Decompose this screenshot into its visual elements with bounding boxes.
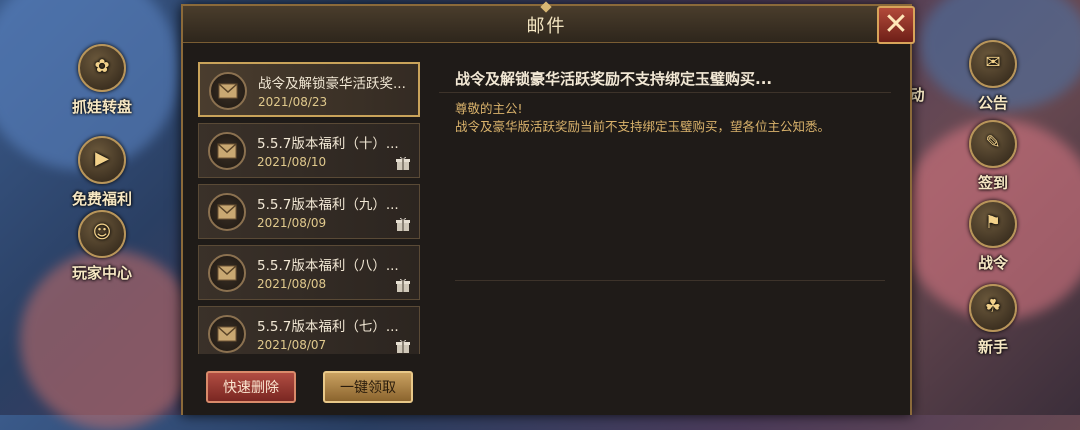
mail-date: 2021/08/10 bbox=[257, 155, 327, 169]
mail-title: 战令及解锁豪华活跃奖... bbox=[258, 76, 406, 92]
side-button-label: 免费福利 bbox=[71, 190, 132, 208]
side-button-player-center[interactable]: ☺ 玩家中心 bbox=[70, 210, 134, 283]
side-button-label: 玩家中心 bbox=[71, 264, 132, 282]
title-ornament-icon bbox=[540, 1, 552, 13]
close-button[interactable]: ✕ bbox=[877, 6, 915, 44]
side-button-notice[interactable]: ✉ 公告 bbox=[961, 40, 1025, 113]
mail-dialog: 邮件 ✕ 战令及解锁豪华活跃奖... 2021/08/23 5.5.7版本福利（… bbox=[181, 1, 915, 415]
side-button-newbie[interactable]: ☘ 新手 bbox=[961, 284, 1025, 357]
mail-item[interactable]: 5.5.7版本福利（七）... 2021/08/07 bbox=[198, 306, 420, 354]
mail-title: 5.5.7版本福利（九）... bbox=[257, 197, 399, 213]
envelope-icon bbox=[208, 132, 246, 170]
battle-pass-icon: ⚑ bbox=[969, 200, 1017, 248]
notice-icon: ✉ bbox=[969, 40, 1017, 88]
mail-greeting: 尊敬的主公! bbox=[455, 101, 523, 116]
gift-icon bbox=[396, 339, 410, 353]
divider bbox=[455, 280, 885, 281]
envelope-icon bbox=[208, 315, 246, 353]
mail-content-pane: 战令及解锁豪华活跃奖励不支持绑定玉璧购买... 尊敬的主公! 战令及豪华版活跃奖… bbox=[439, 62, 891, 362]
dialog-header: 邮件 bbox=[183, 1, 910, 43]
mail-item[interactable]: 5.5.7版本福利（九）... 2021/08/09 bbox=[198, 184, 420, 239]
mail-date: 2021/08/09 bbox=[257, 216, 327, 230]
gift-icon bbox=[396, 156, 410, 170]
mail-item[interactable]: 5.5.7版本福利（十）... 2021/08/10 bbox=[198, 123, 420, 178]
envelope-icon bbox=[208, 254, 246, 292]
envelope-icon bbox=[208, 193, 246, 231]
mail-list[interactable]: 战令及解锁豪华活跃奖... 2021/08/23 5.5.7版本福利（十）...… bbox=[198, 62, 423, 354]
divider bbox=[439, 92, 891, 93]
mail-item[interactable]: 战令及解锁豪华活跃奖... 2021/08/23 bbox=[198, 62, 420, 117]
side-button-wheel[interactable]: ✿ 抓娃转盘 bbox=[70, 44, 134, 117]
mail-title: 5.5.7版本福利（十）... bbox=[257, 136, 399, 152]
mail-date: 2021/08/07 bbox=[257, 338, 327, 352]
side-button-label: 新手 bbox=[977, 338, 1008, 356]
side-button-label: 战令 bbox=[977, 254, 1008, 272]
side-button-label: 抓娃转盘 bbox=[71, 98, 132, 116]
side-button-battle-pass[interactable]: ⚑ 战令 bbox=[961, 200, 1025, 273]
quick-delete-button[interactable]: 快速删除 bbox=[206, 371, 296, 403]
mail-title: 5.5.7版本福利（七）... bbox=[257, 319, 399, 335]
play-icon: ▶ bbox=[78, 136, 126, 184]
side-button-label: 公告 bbox=[977, 94, 1008, 112]
mail-date: 2021/08/08 bbox=[257, 277, 327, 291]
dialog-title: 邮件 bbox=[526, 16, 567, 37]
newbie-icon: ☘ bbox=[969, 284, 1017, 332]
gift-icon bbox=[396, 217, 410, 231]
mail-item[interactable]: 5.5.7版本福利（八）... 2021/08/08 bbox=[198, 245, 420, 300]
avatar-icon: ☺ bbox=[78, 210, 126, 258]
mail-content-body: 尊敬的主公! 战令及豪华版活跃奖励当前不支持绑定玉璧购买，望各位主公知悉。 bbox=[455, 100, 830, 136]
mail-title: 5.5.7版本福利（八）... bbox=[257, 258, 399, 274]
mail-date: 2021/08/23 bbox=[258, 95, 328, 109]
claim-all-button[interactable]: 一键领取 bbox=[323, 371, 413, 403]
side-button-label: 签到 bbox=[977, 174, 1008, 192]
gift-icon bbox=[396, 278, 410, 292]
mail-content-title: 战令及解锁豪华活跃奖励不支持绑定玉璧购买... bbox=[455, 70, 773, 88]
envelope-icon bbox=[209, 72, 247, 110]
checkin-icon: ✎ bbox=[969, 120, 1017, 168]
side-button-free-benefit[interactable]: ▶ 免费福利 bbox=[70, 136, 134, 209]
wheel-icon: ✿ bbox=[78, 44, 126, 92]
close-icon: ✕ bbox=[883, 7, 909, 42]
mail-message: 战令及豪华版活跃奖励当前不支持绑定玉璧购买，望各位主公知悉。 bbox=[455, 119, 831, 134]
side-button-checkin[interactable]: ✎ 签到 bbox=[961, 120, 1025, 193]
